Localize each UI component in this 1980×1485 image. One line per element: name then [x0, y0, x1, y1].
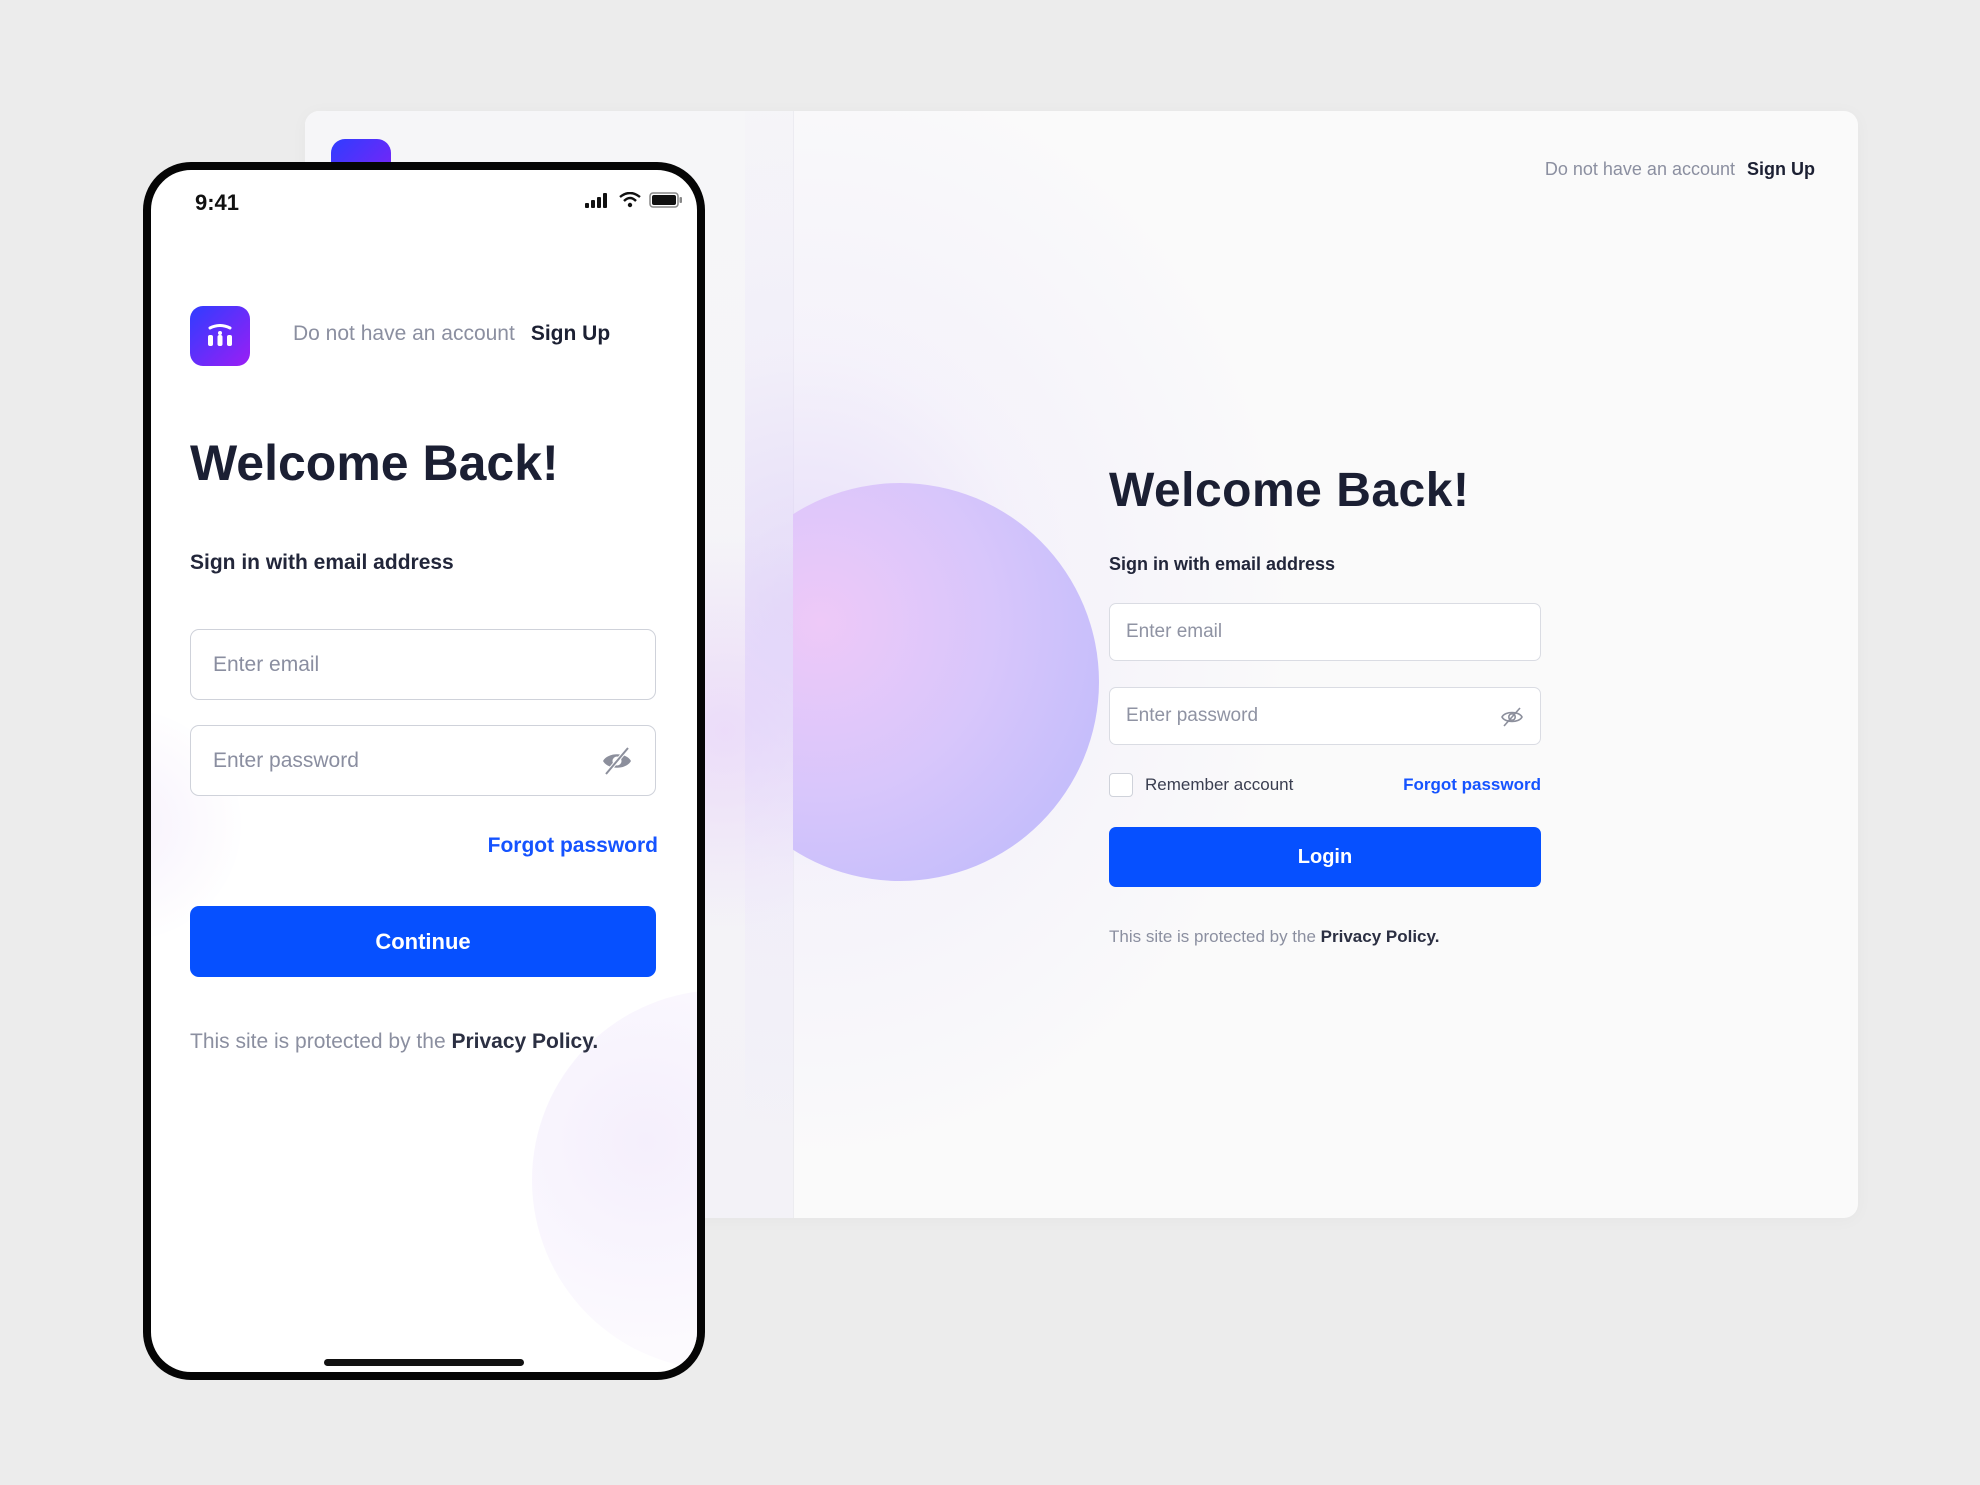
remember-label: Remember account [1145, 775, 1294, 794]
footer-text: This site is protected by the [1109, 927, 1316, 946]
page-title: Welcome Back! [190, 435, 559, 491]
signal-icon [585, 192, 611, 213]
remember-forgot-row: Remember account Forgot password [1109, 773, 1541, 797]
password-field[interactable]: Enter password [1109, 687, 1541, 745]
status-icons [585, 191, 683, 213]
home-indicator [324, 1359, 524, 1366]
form-subtitle: Sign in with email address [1109, 554, 1336, 574]
app-logo-icon [190, 306, 250, 366]
password-placeholder: Enter password [213, 748, 359, 772]
email-placeholder: Enter email [213, 652, 320, 676]
forgot-password-link[interactable]: Forgot password [1403, 775, 1541, 795]
page-title: Welcome Back! [1109, 464, 1470, 517]
privacy-policy-link[interactable]: Privacy Policy. [1321, 927, 1440, 946]
email-field[interactable]: Enter email [1109, 603, 1541, 661]
email-placeholder: Enter email [1126, 621, 1223, 642]
eye-off-icon[interactable] [1500, 706, 1524, 734]
form-subtitle: Sign in with email address [190, 551, 454, 574]
wifi-icon [619, 191, 641, 213]
battery-icon [649, 192, 683, 213]
remember-checkbox-group[interactable]: Remember account [1109, 773, 1293, 797]
password-field[interactable]: Enter password [190, 725, 656, 796]
desktop-signup-prompt: Do not have an account Sign Up [1545, 159, 1815, 180]
email-field[interactable]: Enter email [190, 629, 656, 700]
mobile-phone-frame: 9:41 Do not have an account Sign Up Welc… [143, 162, 705, 1380]
password-placeholder: Enter password [1126, 705, 1259, 726]
status-time: 9:41 [195, 190, 240, 215]
no-account-text: Do not have an account [1544, 159, 1735, 179]
privacy-policy-link[interactable]: Privacy Policy. [451, 1030, 598, 1053]
signup-link[interactable]: Sign Up [531, 322, 610, 346]
eye-off-icon[interactable] [601, 746, 633, 782]
forgot-password-link[interactable]: Forgot password [488, 834, 658, 858]
privacy-footer: This site is protected by the Privacy Po… [190, 1030, 598, 1054]
desktop-login-form: Welcome Back! Sign in with email address… [1109, 463, 1541, 947]
login-button[interactable]: Login [1109, 827, 1541, 887]
mobile-signup-prompt: Do not have an account Sign Up [293, 322, 610, 346]
continue-button[interactable]: Continue [190, 906, 656, 977]
privacy-footer: This site is protected by the Privacy Po… [1109, 927, 1541, 947]
no-account-text: Do not have an account [293, 322, 515, 345]
remember-checkbox[interactable] [1109, 773, 1133, 797]
signup-link[interactable]: Sign Up [1747, 159, 1815, 180]
footer-text: This site is protected by the [190, 1030, 446, 1053]
